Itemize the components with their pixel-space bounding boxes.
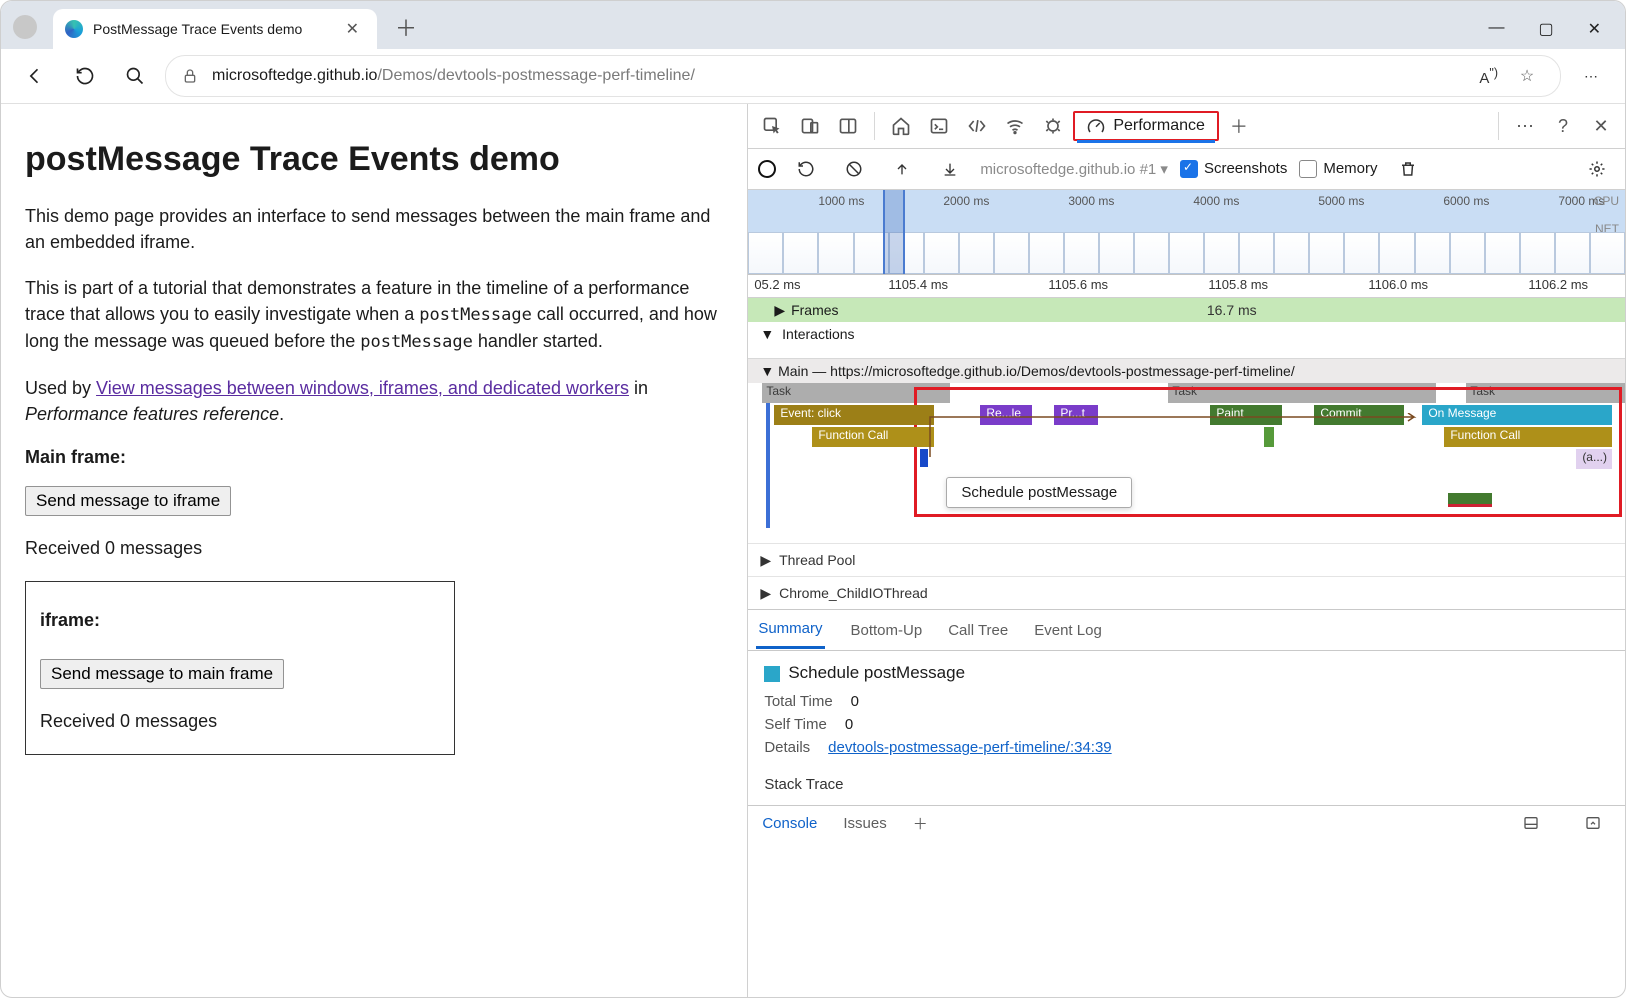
flame-anonymous[interactable]: (a...): [1576, 449, 1612, 469]
window-close-icon[interactable]: ✕: [1588, 19, 1601, 39]
window-maximize-icon[interactable]: ▢: [1538, 19, 1553, 39]
performance-tab[interactable]: Performance: [1073, 111, 1219, 141]
expand-icon[interactable]: ▶: [774, 302, 785, 319]
new-tab-button[interactable]: ＋: [377, 11, 435, 49]
network-tab-icon[interactable]: [997, 108, 1033, 144]
main-frame-label: Main frame:: [25, 447, 723, 468]
event-color-swatch: [764, 666, 780, 682]
overview-selection[interactable]: [883, 190, 905, 274]
main-track-header[interactable]: ▼ Main — https://microsoftedge.github.io…: [748, 358, 1625, 383]
add-tab-icon[interactable]: ＋: [1221, 108, 1257, 144]
perf-settings-icon[interactable]: [1579, 151, 1615, 187]
devtools-more-icon[interactable]: ⋯: [1507, 108, 1543, 144]
drawer-add-icon[interactable]: ＋: [913, 813, 928, 834]
page-paragraph-3: Used by View messages between windows, i…: [25, 375, 723, 427]
address-bar[interactable]: microsoftedge.github.io/Demos/devtools-p…: [165, 55, 1561, 97]
devtools-panel: Performance ＋ ⋯ ? ✕ microsoftedge.github…: [747, 104, 1625, 997]
inspect-element-icon[interactable]: [754, 108, 790, 144]
iframe-received-status: Received 0 messages: [40, 711, 440, 732]
drawer-dock-icon[interactable]: [1513, 805, 1549, 841]
welcome-tab-icon[interactable]: [883, 108, 919, 144]
overview-thumbnails: [748, 232, 1625, 274]
page-heading: postMessage Trace Events demo: [25, 140, 723, 179]
devtools-drawer: Console Issues ＋: [748, 805, 1625, 840]
iframe-panel: iframe: Send message to main frame Recei…: [25, 581, 455, 755]
url-path: /Demos/devtools-postmessage-perf-timelin…: [377, 67, 694, 85]
bottom-up-tab[interactable]: Bottom-Up: [851, 622, 923, 639]
message-arrow: [924, 413, 1424, 463]
summary-panel: Schedule postMessage Total Time0 Self Ti…: [748, 651, 1625, 805]
back-button[interactable]: [15, 56, 55, 96]
collect-garbage-icon[interactable]: [1390, 151, 1426, 187]
page-content: postMessage Trace Events demo This demo …: [1, 104, 747, 997]
drawer-console-tab[interactable]: Console: [762, 815, 817, 832]
window-minimize-icon[interactable]: —: [1488, 19, 1504, 39]
event-log-tab[interactable]: Event Log: [1034, 622, 1102, 639]
refresh-button[interactable]: [65, 56, 105, 96]
main-received-status: Received 0 messages: [25, 538, 723, 559]
read-aloud-icon[interactable]: A"): [1479, 66, 1498, 87]
range-bracket: [766, 383, 770, 528]
flame-gpu-block[interactable]: [1448, 493, 1492, 507]
cpu-net-labels: CPUNET: [1594, 194, 1619, 236]
dock-side-icon[interactable]: [830, 108, 866, 144]
send-to-main-button[interactable]: Send message to main frame: [40, 659, 284, 689]
flame-event-click[interactable]: Event: click: [774, 405, 934, 425]
thread-pool-track[interactable]: ▶Thread Pool: [748, 543, 1625, 576]
flame-chart[interactable]: Task Task Task Event: click Function Cal…: [748, 383, 1625, 543]
flame-ruler: 05.2 ms 1105.4 ms 1105.6 ms 1105.8 ms 11…: [748, 275, 1625, 298]
devtools-close-icon[interactable]: ✕: [1583, 108, 1619, 144]
send-to-iframe-button[interactable]: Send message to iframe: [25, 486, 231, 516]
flame-function-call[interactable]: Function Call: [812, 427, 934, 447]
reload-record-button[interactable]: [788, 151, 824, 187]
tab-title: PostMessage Trace Events demo: [93, 21, 340, 37]
browser-tab[interactable]: PostMessage Trace Events demo ✕: [53, 9, 377, 49]
drawer-expand-icon[interactable]: [1575, 805, 1611, 841]
issues-tab-icon[interactable]: [1035, 108, 1071, 144]
stack-trace-header: Stack Trace: [764, 776, 1609, 793]
flame-on-message[interactable]: On Message: [1422, 405, 1612, 425]
devtools-help-icon[interactable]: ?: [1545, 108, 1581, 144]
timeline-overview[interactable]: 1000 ms 2000 ms 3000 ms 4000 ms 5000 ms …: [748, 190, 1625, 275]
call-tree-tab[interactable]: Call Tree: [948, 622, 1008, 639]
device-toggle-icon[interactable]: [792, 108, 828, 144]
summary-tab[interactable]: Summary: [756, 611, 824, 649]
load-profile-button[interactable]: [884, 151, 920, 187]
interactions-track[interactable]: ▼Interactions: [748, 322, 1625, 346]
browser-menu-icon[interactable]: ⋯: [1571, 56, 1611, 96]
memory-checkbox[interactable]: Memory: [1299, 160, 1377, 178]
frames-track[interactable]: ▶ Frames 16.7 ms: [748, 298, 1625, 322]
drawer-issues-tab[interactable]: Issues: [843, 815, 886, 832]
performance-icon: [1087, 117, 1105, 135]
sources-tab-icon[interactable]: [959, 108, 995, 144]
details-tabs: Summary Bottom-Up Call Tree Event Log: [748, 609, 1625, 651]
iframe-label: iframe:: [40, 610, 440, 631]
perf-docs-link[interactable]: View messages between windows, iframes, …: [96, 378, 629, 398]
page-paragraph-1: This demo page provides an interface to …: [25, 203, 723, 255]
details-source-link[interactable]: devtools-postmessage-perf-timeline/:34:3…: [828, 739, 1111, 756]
flame-function-call-2[interactable]: Function Call: [1444, 427, 1612, 447]
collapse-icon[interactable]: ▼: [760, 326, 774, 342]
close-tab-icon[interactable]: ✕: [340, 19, 365, 39]
favorite-icon[interactable]: ☆: [1510, 59, 1544, 93]
record-button[interactable]: [758, 160, 776, 178]
profile-avatar[interactable]: [13, 15, 37, 39]
lock-icon: [182, 68, 198, 84]
save-profile-button[interactable]: [932, 151, 968, 187]
clear-button[interactable]: [836, 151, 872, 187]
screenshots-checkbox[interactable]: Screenshots: [1180, 160, 1287, 178]
flame-tooltip: Schedule postMessage: [946, 477, 1132, 508]
search-button[interactable]: [115, 56, 155, 96]
url-host: microsoftedge.github.io: [212, 67, 377, 85]
console-tab-icon[interactable]: [921, 108, 957, 144]
child-io-track[interactable]: ▶Chrome_ChildIOThread: [748, 576, 1625, 609]
page-paragraph-2: This is part of a tutorial that demonstr…: [25, 275, 723, 354]
edge-favicon-icon: [65, 20, 83, 38]
profile-selector[interactable]: microsoftedge.github.io #1 ▾: [980, 160, 1168, 178]
